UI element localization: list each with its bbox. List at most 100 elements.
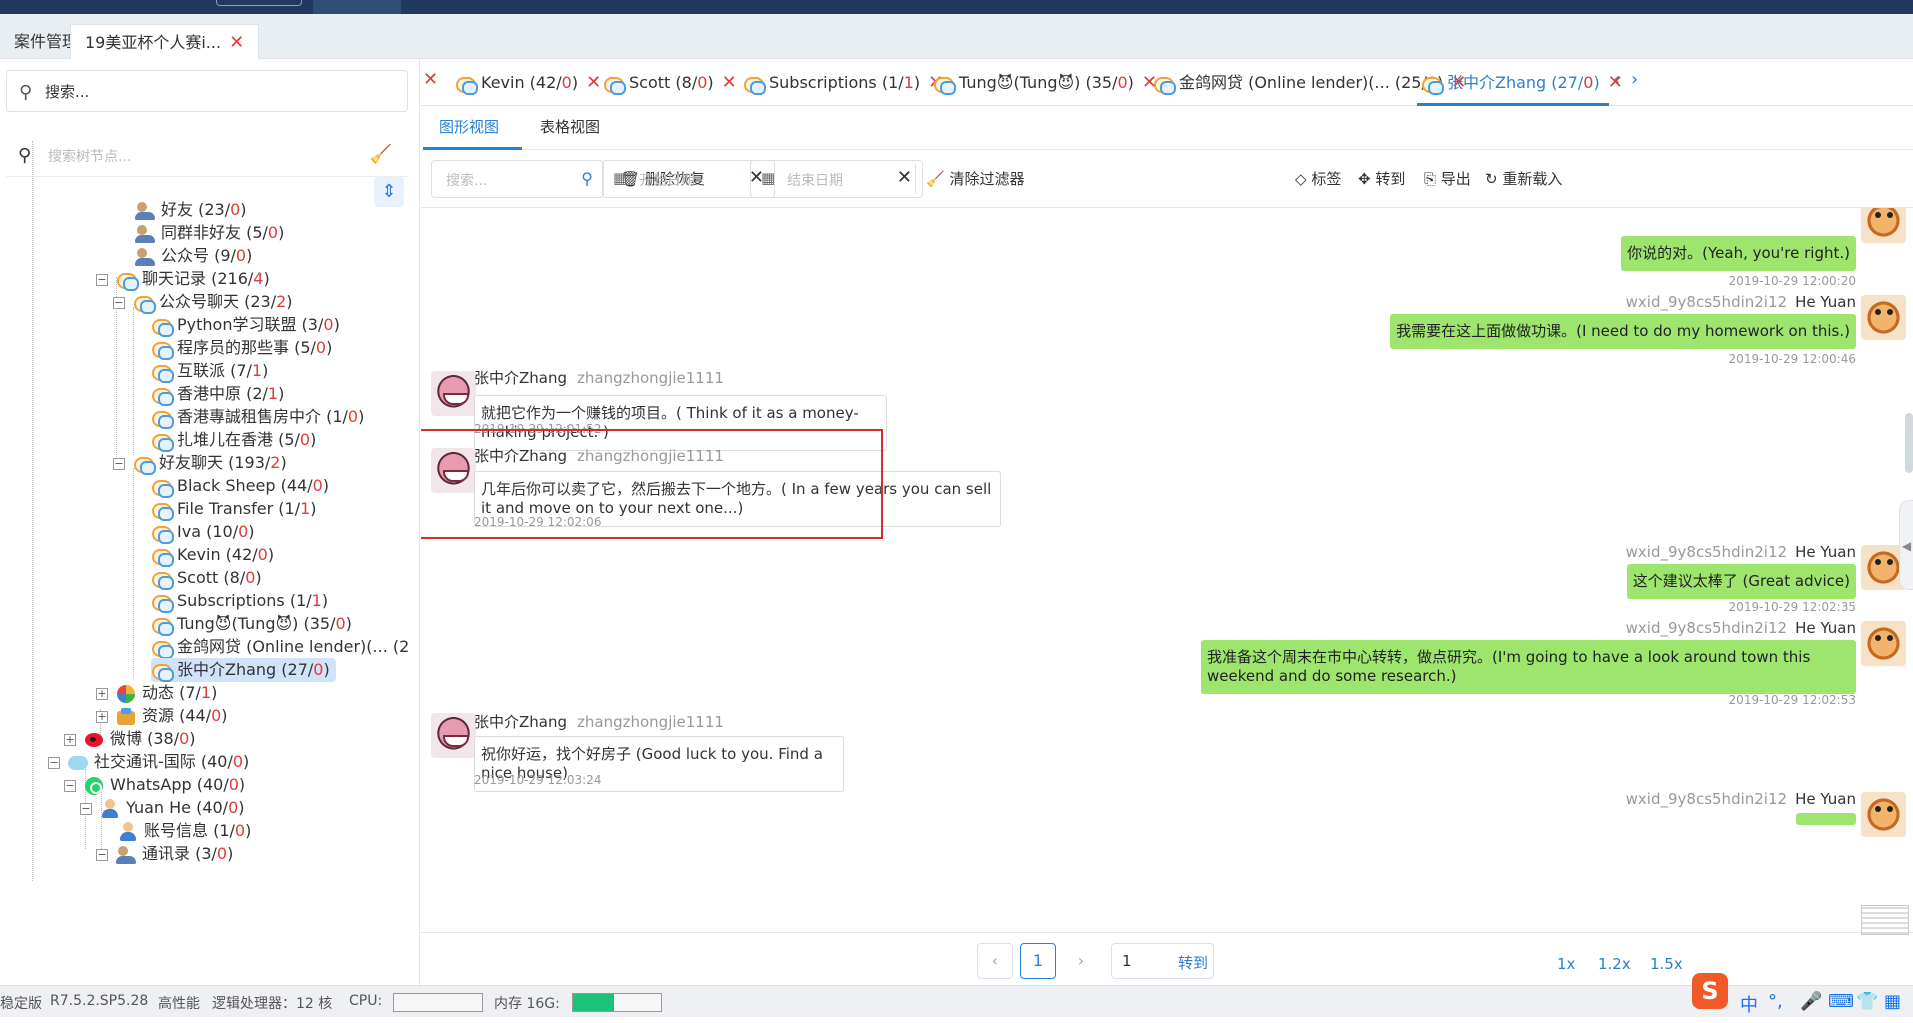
side-panel-toggle[interactable]: ◀ xyxy=(1899,500,1913,590)
tree-node[interactable]: 香港專誠租售房中介 (1/0) xyxy=(151,405,364,429)
collapse-icon[interactable]: − xyxy=(96,848,108,861)
next-page-button[interactable]: › xyxy=(1063,943,1099,979)
conversation-tab[interactable]: Subscriptions (1/1) ✕ xyxy=(743,71,943,95)
top-bar-tab[interactable] xyxy=(313,0,401,14)
clear-filter-button[interactable]: 🧹 清除过滤器 xyxy=(926,168,1024,189)
message-bubble[interactable]: 我准备这个周末在市中心转转，做点研究。(I'm going to have a … xyxy=(1201,640,1856,694)
avatar[interactable] xyxy=(1861,621,1906,666)
tree-node[interactable]: + 动态 (7/1) xyxy=(96,681,217,705)
tree-node[interactable]: 好友 (23/0) xyxy=(135,198,247,222)
collapse-icon[interactable]: − xyxy=(113,296,125,309)
avatar[interactable] xyxy=(1861,208,1906,243)
expand-icon[interactable]: + xyxy=(64,733,76,746)
tree-node[interactable]: Subscriptions (1/1) xyxy=(151,589,328,613)
collapse-icon[interactable]: − xyxy=(64,779,76,792)
tree-node-total: 8 xyxy=(229,568,240,587)
tab-graph-view[interactable]: 图形视图 xyxy=(439,116,499,137)
page-button-current[interactable]: 1 xyxy=(1020,943,1056,979)
tree-node[interactable]: Iva (10/0) xyxy=(151,520,255,544)
tree-node[interactable]: − 聊天记录 (216/4) xyxy=(96,267,270,291)
tree-node[interactable]: − 通讯录 (3/0) xyxy=(96,842,233,866)
top-bar-chip[interactable] xyxy=(216,0,302,6)
tree-node[interactable]: Tung😈(Tung😈) (35/0) xyxy=(151,612,352,636)
tree-guide-line xyxy=(32,141,33,881)
tree-node[interactable]: 扎堆儿在香港 (5/0) xyxy=(151,428,316,452)
message-bubble[interactable]: 这个建议太棒了 (Great advice) xyxy=(1626,564,1856,599)
tree-node[interactable]: − 社交通讯-国际 (40/0) xyxy=(48,750,249,774)
avatar[interactable] xyxy=(431,713,476,758)
clear-icon[interactable]: ✕ xyxy=(897,167,912,188)
tree-node[interactable]: − 公众号聊天 (23/2) xyxy=(113,290,293,314)
prev-page-button[interactable]: ‹ xyxy=(977,943,1013,979)
tree-node-count: (40/0) xyxy=(190,798,245,817)
tree-node[interactable]: − 好友聊天 (193/2) xyxy=(113,451,287,475)
collapse-icon[interactable]: − xyxy=(113,457,125,470)
expand-icon[interactable]: + xyxy=(96,687,108,700)
close-icon[interactable]: ✕ xyxy=(1608,72,1623,93)
zoom-1x-button[interactable]: 1x xyxy=(1557,955,1575,973)
tree-node[interactable]: 张中介Zhang (27/0) xyxy=(151,658,336,682)
tree-node[interactable]: Python学习联盟 (3/0) xyxy=(151,313,340,337)
end-date-input[interactable]: ▦ 结束日期 ✕ xyxy=(750,160,923,198)
ime-punct-icon[interactable]: °, xyxy=(1768,991,1783,1023)
message-bubble[interactable]: 你说的对。(Yeah, you're right.) xyxy=(1621,236,1856,271)
expand-icon[interactable]: + xyxy=(96,710,108,723)
microphone-icon[interactable]: 🎤 xyxy=(1800,991,1822,1023)
page-jump-button[interactable]: 转到 xyxy=(1178,952,1208,973)
avatar[interactable] xyxy=(431,448,476,493)
close-icon[interactable]: ✕ xyxy=(722,72,737,93)
tag-button[interactable]: ◇ 标签 xyxy=(1295,168,1341,189)
conversation-tab[interactable]: 金鸽网贷 (Online lender)(... (25/0) ✕ xyxy=(1153,71,1466,95)
close-icon[interactable]: ✕ xyxy=(586,72,601,93)
sogou-ime-logo[interactable]: S xyxy=(1692,973,1728,1009)
tree-node[interactable]: 公众号 (9/0) xyxy=(135,244,252,268)
skin-icon[interactable]: 👕 xyxy=(1856,991,1878,1023)
tree-node[interactable]: 互联派 (7/1) xyxy=(151,359,268,383)
avatar[interactable] xyxy=(431,371,476,416)
tree-node[interactable]: 同群非好友 (5/0) xyxy=(135,221,284,245)
conversation-tab[interactable]: Scott (8/0) ✕ xyxy=(603,71,737,95)
tree-node[interactable]: 账号信息 (1/0) xyxy=(118,819,251,843)
collapse-icon[interactable]: − xyxy=(96,273,108,286)
avatar[interactable] xyxy=(1861,792,1906,837)
tree-node[interactable]: Scott (8/0) xyxy=(151,566,262,590)
conversation-tab[interactable]: Tung😈(Tung😈) (35/0) ✕ xyxy=(933,71,1157,95)
avatar[interactable] xyxy=(1861,295,1906,340)
tree-node[interactable]: + 资源 (44/0) xyxy=(96,704,228,728)
message-bubble[interactable]: 我需要在这上面做做功课。(I need to do my homework on… xyxy=(1390,314,1856,349)
tab-table-view[interactable]: 表格视图 xyxy=(540,116,600,137)
tree-node-total: 23 xyxy=(250,292,271,311)
tree-node-count: (7/1) xyxy=(174,683,218,702)
message-bubble[interactable] xyxy=(1796,813,1856,825)
collapse-icon[interactable]: − xyxy=(80,802,92,815)
tree-node[interactable]: 金鸽网贷 (Online lender)(... (2 xyxy=(151,635,409,659)
conversation-tab[interactable]: Kevin (42/0) ✕ xyxy=(455,71,601,95)
tree-node-flagged: 0 xyxy=(315,338,327,357)
goto-button[interactable]: ✥ 转到 xyxy=(1358,168,1405,189)
ime-lang-label[interactable]: 中 xyxy=(1740,991,1758,1023)
page-jump-input[interactable]: 1 转到 xyxy=(1111,943,1214,979)
message-search-input[interactable]: 搜索... ⚲ xyxy=(431,160,604,198)
case-tab-current[interactable]: 19美亚杯个人赛i... ✕ xyxy=(70,24,260,59)
grid-icon[interactable]: ▦ xyxy=(1884,991,1901,1023)
tree-node[interactable]: Kevin (42/0) xyxy=(151,543,274,567)
zoom-1-5x-button[interactable]: 1.5x xyxy=(1650,955,1683,973)
tree-node[interactable]: − Yuan He (40/0) xyxy=(80,796,245,820)
reload-button[interactable]: ↻ 重新载入 xyxy=(1485,168,1562,189)
chat-view[interactable]: 你说的对。(Yeah, you're right.) 2019-10-29 12:… xyxy=(421,208,1913,932)
chevron-right-icon[interactable]: › xyxy=(1631,69,1638,90)
export-button[interactable]: ⎘ 导出 xyxy=(1424,168,1471,189)
close-icon[interactable]: ✕ xyxy=(229,32,244,53)
zoom-1-2x-button[interactable]: 1.2x xyxy=(1598,955,1631,973)
chat-scrollbar[interactable] xyxy=(1905,413,1913,473)
tree-node[interactable]: Black Sheep (44/0) xyxy=(151,474,329,498)
close-icon[interactable]: ✕ xyxy=(423,69,438,90)
tree-node[interactable]: 香港中原 (2/1) xyxy=(151,382,284,406)
tree-node[interactable]: − WhatsApp (40/0) xyxy=(64,773,245,797)
collapse-icon[interactable]: − xyxy=(48,756,60,769)
tree-node[interactable]: + 微博 (38/0) xyxy=(64,727,196,751)
keyboard-icon[interactable]: ⌨ xyxy=(1828,991,1854,1023)
tree-node[interactable]: 程序员的那些事 (5/0) xyxy=(151,336,332,360)
tree-node[interactable]: File Transfer (1/1) xyxy=(151,497,317,521)
conversation-tab[interactable]: 张中介Zhang (27/0) ✕ xyxy=(1421,71,1623,95)
